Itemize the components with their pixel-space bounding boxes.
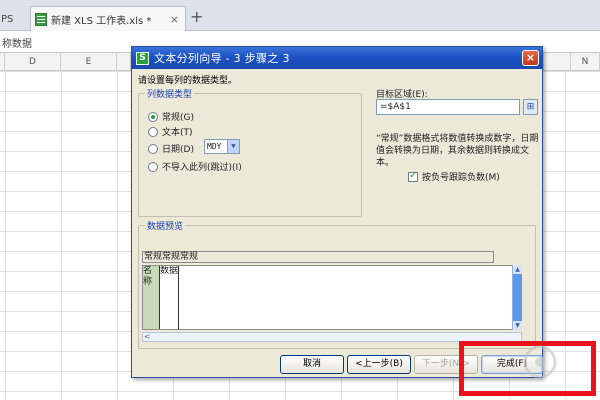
negative-sign-checkbox-label: 按负号跟踪负数(M)	[422, 173, 500, 183]
dialog-title-bar[interactable]: S 文本分列向导 - 3 步骤之 3 ×	[132, 47, 542, 69]
tab-close-icon[interactable]: ×	[170, 13, 179, 26]
spreadsheet-file-icon	[35, 12, 47, 26]
radio-general-label: 常规(G)	[162, 113, 194, 123]
preview-column-ruler[interactable]: 常规常规常规	[142, 251, 494, 263]
name-box-text: 称数据	[2, 39, 32, 50]
cancel-button[interactable]: 取消	[280, 355, 344, 374]
preview-vertical-scrollbar[interactable]: ▲ ▼	[512, 265, 522, 330]
tab-previous-label: PS	[1, 14, 14, 25]
destination-input[interactable]: =$A$1	[376, 99, 520, 115]
range-picker-icon[interactable]: ⊞	[523, 99, 538, 115]
chevron-down-icon[interactable]: ▼	[227, 140, 239, 153]
radio-date-label: 日期(D)	[162, 145, 194, 155]
radio-text-label: 文本(T)	[162, 128, 193, 138]
column-header-d[interactable]: D	[5, 53, 61, 71]
dialog-close-button[interactable]: ×	[522, 50, 539, 66]
new-tab-icon[interactable]: +	[190, 9, 203, 25]
data-preview-title: 数据预览	[145, 219, 186, 232]
scroll-down-icon[interactable]: ▼	[513, 321, 522, 330]
date-format-value: MDY	[207, 142, 222, 151]
radio-text[interactable]: 文本(T)	[148, 125, 193, 138]
radio-skip-column[interactable]: 不导入此列(跳过)(I)	[148, 160, 242, 173]
preview-column-1[interactable]: 名称	[143, 266, 160, 329]
preview-cell-data: 数据	[160, 266, 179, 276]
radio-date-indicator[interactable]	[148, 143, 158, 154]
date-format-select[interactable]: MDY ▼	[204, 139, 240, 154]
preview-cell-name: 名称	[143, 266, 153, 287]
radio-skip-label: 不导入此列(跳过)(I)	[162, 163, 242, 173]
radio-general[interactable]: 常规(G)	[148, 110, 194, 123]
data-preview-area[interactable]: 名称 数据	[142, 265, 522, 330]
radio-text-indicator[interactable]	[148, 126, 158, 137]
watermark-icon	[523, 345, 557, 379]
format-description: “常规”数据格式将数值转换成数字，日期值会转换为日期，其余数据则转换成文本。	[376, 134, 539, 168]
tab-active-label: 新建 XLS 工作表.xls *	[51, 15, 152, 27]
scroll-left-icon[interactable]: <	[144, 332, 151, 341]
wps-spreadsheet-icon: S	[136, 51, 149, 65]
radio-date[interactable]: 日期(D)	[148, 142, 194, 155]
tab-active-document[interactable]: 新建 XLS 工作表.xls * ×	[30, 6, 186, 31]
column-header-f[interactable]	[117, 53, 131, 71]
dialog-title: 文本分列向导 - 3 步骤之 3	[154, 52, 290, 65]
column-type-group-title: 列数据类型	[145, 87, 195, 100]
radio-general-indicator[interactable]	[148, 111, 158, 122]
column-header-m[interactable]	[543, 53, 571, 71]
tab-previous[interactable]: PS	[0, 8, 30, 31]
scroll-up-icon[interactable]: ▲	[513, 265, 522, 274]
column-header-n[interactable]: N	[571, 53, 600, 71]
back-button[interactable]: <上一步(B)	[347, 355, 411, 374]
preview-column-2[interactable]: 数据	[160, 266, 179, 329]
dialog-instruction: 请设置每列的数据类型。	[138, 76, 238, 86]
radio-skip-indicator[interactable]	[148, 161, 158, 172]
document-tab-strip: PS 新建 XLS 工作表.xls * × +	[0, 0, 600, 31]
text-to-columns-dialog: S 文本分列向导 - 3 步骤之 3 × 请设置每列的数据类型。 列数据类型 常…	[131, 46, 543, 378]
column-header-e[interactable]: E	[61, 53, 117, 71]
negative-sign-checkbox-row[interactable]: 按负号跟踪负数(M)	[408, 170, 500, 183]
negative-sign-checkbox[interactable]	[408, 170, 418, 182]
